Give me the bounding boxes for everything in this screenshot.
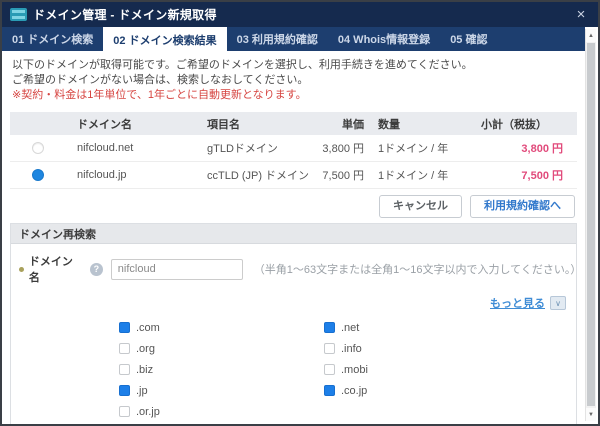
domain-name-label: ドメイン名	[28, 256, 73, 284]
table-header-row: ドメイン名 項目名 単価 数量 小計（税抜）	[10, 112, 577, 135]
cancel-button[interactable]: キャンセル	[379, 195, 462, 218]
scrollbar-thumb[interactable]	[587, 43, 595, 406]
tld-label: .mobi	[341, 363, 368, 376]
chevron-down-icon[interactable]: ∨	[550, 296, 566, 310]
cell-unit-price: 7,500 円	[322, 170, 364, 182]
tab-step-5[interactable]: 05 確認	[440, 27, 497, 51]
checkbox-unchecked-icon[interactable]	[119, 364, 130, 375]
row-radio-cell	[10, 142, 65, 154]
dialog-title: ドメイン管理 - ドメイン新規取得	[33, 8, 217, 22]
tld-option-com[interactable]: .com	[119, 317, 324, 338]
cell-quantity: 1ドメイン / 年	[378, 143, 449, 155]
input-hint: （半角1～63文字または全角1～16文字以内で入力してください。）	[253, 264, 582, 276]
app-icon	[10, 8, 27, 21]
scroll-down-icon[interactable]: ▼	[586, 408, 596, 421]
tld-column-1: .com .org .biz .jp .or.jp	[119, 317, 324, 422]
more-link[interactable]: もっと見る	[490, 295, 545, 311]
research-section: ドメイン再検索 ドメイン名 ? （半角1～63文字または全角1～16文字以内で入…	[10, 223, 582, 424]
header-subtotal: 小計（税抜）	[481, 118, 547, 131]
required-bullet-icon	[19, 266, 24, 272]
tld-option-org[interactable]: .org	[119, 338, 324, 359]
domain-dialog: ドメイン管理 - ドメイン新規取得 × 01 ドメイン検索 02 ドメイン検索結果…	[0, 0, 600, 426]
cell-subtotal: 7,500 円	[521, 170, 563, 182]
table-row[interactable]: nifcloud.net gTLDドメイン 3,800 円 1ドメイン / 年 3,80…	[10, 135, 577, 162]
dialog-body: 以下のドメインが取得可能です。ご希望のドメインを選択し、利用手続きを進めてくださ…	[2, 51, 585, 424]
checkbox-unchecked-icon[interactable]	[324, 364, 335, 375]
tld-option-net[interactable]: .net	[324, 317, 529, 338]
tld-option-mobi[interactable]: .mobi	[324, 359, 529, 380]
cell-item-name: gTLDドメイン	[207, 143, 278, 155]
cell-domain-name: nifcloud.jp	[77, 169, 127, 181]
checkbox-checked-icon[interactable]	[324, 385, 335, 396]
title-bar: ドメイン管理 - ドメイン新規取得 ×	[2, 2, 598, 27]
research-section-title: ドメイン再検索	[11, 224, 576, 244]
header-qty: 数量	[378, 118, 400, 131]
cell-quantity: 1ドメイン / 年	[378, 170, 449, 182]
cell-subtotal: 3,800 円	[521, 143, 563, 155]
radio-unselected-icon[interactable]	[31, 142, 44, 154]
checkbox-checked-icon[interactable]	[119, 322, 130, 333]
tab-step-2[interactable]: 02 ドメイン検索結果	[103, 27, 227, 53]
step-tabs: 01 ドメイン検索 02 ドメイン検索結果 03 利用規約確認 04 Whois情報登…	[2, 27, 585, 53]
close-icon[interactable]: ×	[572, 6, 590, 24]
result-actions: キャンセル 利用規約確認へ	[2, 195, 575, 218]
radio-selected-icon[interactable]	[31, 169, 44, 181]
tld-option-biz[interactable]: .biz	[119, 359, 324, 380]
domain-name-input[interactable]	[110, 258, 243, 280]
checkbox-checked-icon[interactable]	[119, 385, 130, 396]
tld-label: .jp	[136, 384, 148, 397]
help-icon[interactable]: ?	[90, 262, 103, 276]
table-row[interactable]: nifcloud.jp ccTLD (JP) ドメイン 7,500 円 1ドメイン /…	[10, 162, 577, 189]
proceed-to-terms-button[interactable]: 利用規約確認へ	[470, 195, 575, 218]
notice-line-1: 以下のドメインが取得可能です。ご希望のドメインを選択し、利用手続きを進めてくださ…	[12, 59, 473, 71]
checkbox-unchecked-icon[interactable]	[324, 343, 335, 354]
tld-option-co-jp[interactable]: .co.jp	[324, 380, 529, 401]
checkbox-checked-icon[interactable]	[324, 322, 335, 333]
tab-step-3[interactable]: 03 利用規約確認	[227, 27, 328, 51]
tld-label: .biz	[136, 363, 154, 376]
cell-domain-name: nifcloud.net	[77, 142, 134, 154]
notice-text: 以下のドメインが取得可能です。ご希望のドメインを選択し、利用手続きを進めてくださ…	[12, 58, 585, 103]
header-item: 項目名	[207, 118, 240, 131]
tld-option-info[interactable]: .info	[324, 338, 529, 359]
tab-step-4[interactable]: 04 Whois情報登録	[328, 27, 440, 51]
tld-label: .com	[136, 321, 160, 334]
checkbox-unchecked-icon[interactable]	[119, 343, 130, 354]
tld-label: .org	[136, 342, 155, 355]
header-domain: ドメイン名	[77, 118, 132, 131]
tld-label: .info	[341, 342, 362, 355]
tld-option-or-jp[interactable]: .or.jp	[119, 401, 324, 422]
cell-item-name: ccTLD (JP) ドメイン	[207, 170, 310, 182]
header-unit: 単価	[342, 118, 364, 131]
cell-unit-price: 3,800 円	[322, 143, 364, 155]
tld-label: .or.jp	[136, 405, 160, 418]
checkbox-unchecked-icon[interactable]	[119, 406, 130, 417]
notice-line-2: ご希望のドメインがない場合は、検索しなおしてください。	[12, 74, 309, 86]
tld-label: .net	[341, 321, 360, 334]
tld-option-jp[interactable]: .jp	[119, 380, 324, 401]
tld-checkbox-grid: .com .org .biz .jp .or.jp .net .info .mobi .co.j…	[119, 317, 576, 422]
domain-name-field-row: ドメイン名 ? （半角1～63文字または全角1～16文字以内で入力してください。…	[19, 253, 582, 285]
tld-label: .co.jp	[341, 384, 368, 397]
more-row: もっと見る ∨	[11, 295, 566, 311]
tld-column-2: .net .info .mobi .co.jp	[324, 317, 529, 422]
tab-step-1[interactable]: 01 ドメイン検索	[2, 27, 103, 51]
row-radio-cell	[10, 169, 65, 181]
domain-result-table: ドメイン名 項目名 単価 数量 小計（税抜） nifcloud.net gTLDド…	[10, 112, 577, 189]
scrollbar[interactable]: ▲ ▼	[585, 29, 596, 421]
notice-warning: ※契約・料金は1年単位で、1年ごとに自動更新となります。	[12, 89, 307, 101]
scroll-up-icon[interactable]: ▲	[586, 29, 596, 42]
